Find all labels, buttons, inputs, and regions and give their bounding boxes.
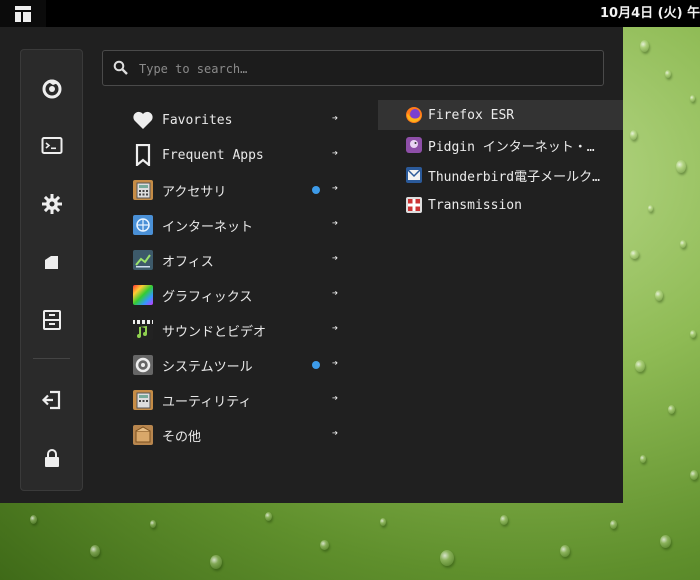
app-item[interactable]: Thunderbird電子メールク… (378, 160, 623, 190)
category-item[interactable]: インターネット ➔ (128, 209, 350, 241)
category-label: グラフィックス (162, 289, 253, 305)
category-label: インターネット (162, 219, 254, 235)
sidebar-logout-button[interactable] (21, 380, 82, 420)
menu-layout-icon (15, 5, 31, 22)
sidebar-archive-button[interactable] (21, 300, 82, 340)
sidebar-separator (33, 358, 70, 359)
app-item[interactable]: Transmission (378, 190, 623, 220)
thunderbird-icon (405, 166, 423, 184)
office-icon (131, 248, 155, 272)
app-label: Pidgin インターネット・… (428, 139, 595, 155)
submenu-arrow-icon: ➔ (332, 428, 339, 439)
category-item[interactable]: Frequent Apps ➔ (128, 139, 350, 171)
sidebar-files-button[interactable] (21, 242, 82, 282)
submenu-arrow-icon: ➔ (332, 218, 339, 229)
transmission-icon (405, 196, 423, 214)
category-item[interactable]: オフィス ➔ (128, 244, 350, 276)
graphics-icon (131, 283, 155, 307)
new-apps-badge (312, 361, 320, 369)
category-item[interactable]: その他 ➔ (128, 419, 350, 451)
sidebar-settings-button[interactable] (21, 184, 82, 224)
submenu-arrow-icon: ➔ (332, 148, 339, 159)
category-label: その他 (162, 429, 202, 445)
settings-icon (41, 194, 62, 214)
search-input[interactable] (137, 57, 581, 81)
accessories-icon (131, 178, 155, 202)
submenu-arrow-icon: ➔ (332, 323, 339, 334)
multimedia-icon (131, 318, 155, 342)
search-box[interactable] (102, 50, 604, 86)
submenu-arrow-icon: ➔ (332, 358, 339, 369)
logout-icon (41, 390, 60, 410)
utilities-icon (131, 388, 155, 412)
archive-icon (42, 310, 61, 330)
category-item[interactable]: ユーティリティ ➔ (128, 384, 350, 416)
app-label: Thunderbird電子メールク… (428, 169, 600, 185)
system-tools-icon (131, 353, 155, 377)
sidebar-firefox-button[interactable] (21, 68, 82, 108)
category-label: サウンドとビデオ (162, 324, 267, 340)
category-label: アクセサリ (162, 184, 227, 200)
category-label: システムツール (162, 359, 253, 375)
other-icon (131, 423, 155, 447)
category-label: Favorites (162, 112, 233, 128)
firefox-icon (405, 106, 423, 124)
heart-icon (131, 108, 155, 132)
submenu-arrow-icon: ➔ (332, 288, 339, 299)
application-menu: Favorites➔Frequent Apps➔アクセサリ➔インターネット➔オフ… (0, 27, 623, 503)
sidebar-terminal-button[interactable] (21, 126, 82, 166)
category-label: オフィス (162, 254, 214, 270)
firefox-icon (42, 79, 61, 99)
top-panel: 10月4日 (火) 午 (0, 0, 700, 27)
category-label: ユーティリティ (162, 394, 252, 410)
menu-sidebar (20, 49, 83, 491)
submenu-arrow-icon: ➔ (332, 183, 339, 194)
new-apps-badge (312, 186, 320, 194)
pidgin-icon (405, 136, 423, 154)
app-item[interactable]: Firefox ESR (378, 100, 623, 130)
category-label: Frequent Apps (162, 147, 264, 163)
submenu-arrow-icon: ➔ (332, 393, 339, 404)
terminal-icon (41, 137, 62, 154)
category-item[interactable]: システムツール ➔ (128, 349, 350, 381)
submenu-arrow-icon: ➔ (332, 253, 339, 264)
category-item[interactable]: Favorites ➔ (128, 104, 350, 136)
files-icon (44, 256, 58, 269)
app-label: Transmission (428, 197, 522, 213)
clock[interactable]: 10月4日 (火) 午 (600, 0, 700, 27)
sidebar-lock-button[interactable] (21, 438, 82, 478)
app-label: Firefox ESR (428, 107, 515, 123)
lock-icon (44, 449, 59, 467)
app-menu-button[interactable] (0, 0, 46, 27)
category-item[interactable]: アクセサリ ➔ (128, 174, 350, 206)
app-item[interactable]: Pidgin インターネット・… (378, 130, 623, 160)
search-icon (113, 60, 128, 75)
submenu-arrow-icon: ➔ (332, 113, 339, 124)
category-item[interactable]: サウンドとビデオ ➔ (128, 314, 350, 346)
internet-icon (131, 213, 155, 237)
bookmark-icon (131, 143, 155, 167)
category-item[interactable]: グラフィックス ➔ (128, 279, 350, 311)
